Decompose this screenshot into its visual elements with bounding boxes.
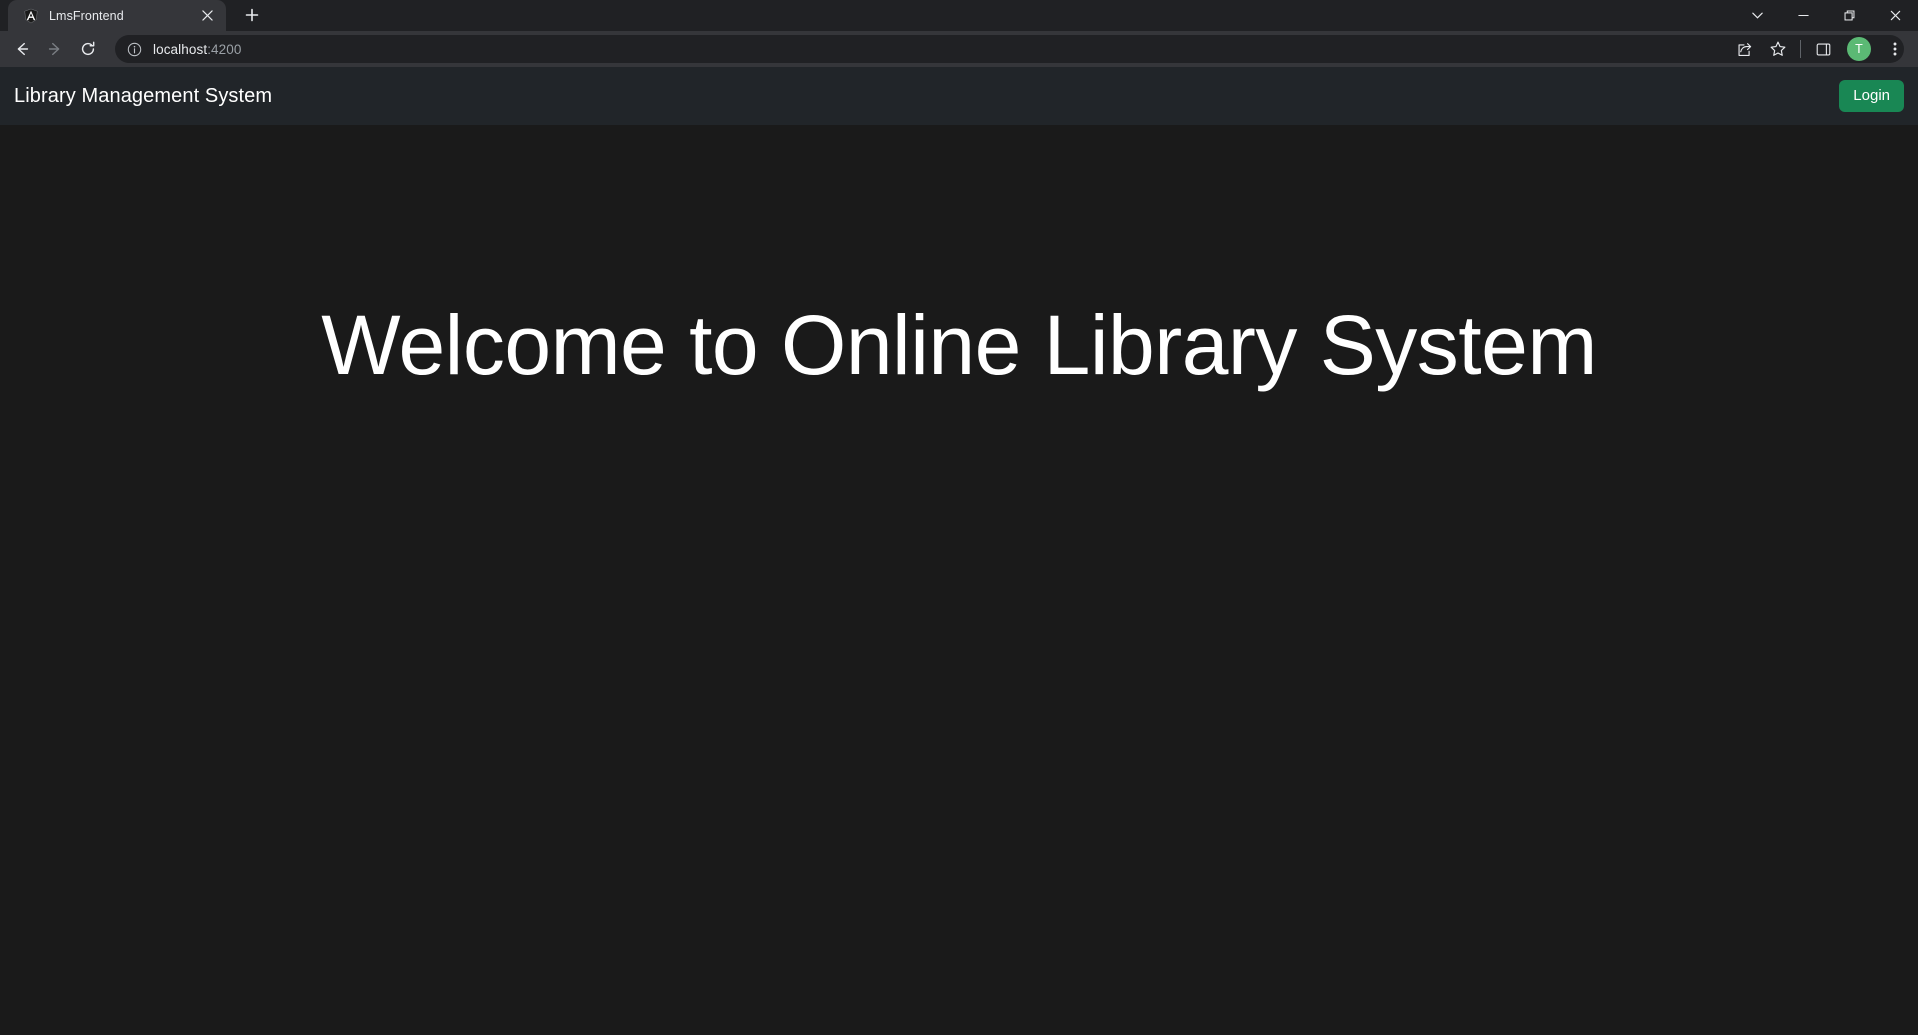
- tab-search-button[interactable]: [1734, 0, 1780, 31]
- back-button[interactable]: [7, 34, 37, 64]
- browser-toolbar: localhost:4200 T: [0, 31, 1918, 67]
- window-controls: [1734, 0, 1918, 31]
- main-content: Welcome to Online Library System: [0, 125, 1918, 1035]
- side-panel-icon[interactable]: [1808, 34, 1838, 64]
- url-text: localhost:4200: [153, 42, 241, 57]
- forward-button[interactable]: [40, 34, 70, 64]
- toolbar-actions: T: [1727, 31, 1912, 67]
- profile-avatar[interactable]: T: [1847, 37, 1871, 61]
- address-bar[interactable]: localhost:4200: [115, 35, 1904, 63]
- browser-tab-lmsfrontend[interactable]: LmsFrontend: [8, 0, 226, 31]
- url-port: :4200: [207, 41, 242, 57]
- reload-button[interactable]: [73, 34, 103, 64]
- app-navbar: Library Management System Login: [0, 67, 1918, 125]
- bookmark-star-icon[interactable]: [1763, 34, 1793, 64]
- welcome-heading: Welcome to Online Library System: [321, 298, 1597, 392]
- close-window-button[interactable]: [1872, 0, 1918, 31]
- url-host: localhost: [153, 41, 208, 57]
- page-title: Library Management System: [14, 84, 273, 107]
- info-circle-icon[interactable]: [126, 41, 143, 58]
- page-viewport: Library Management System Login Welcome …: [0, 67, 1918, 1035]
- navbar-actions: Login: [1839, 79, 1904, 113]
- angular-shield-icon: [22, 7, 39, 24]
- tab-title: LmsFrontend: [49, 8, 124, 23]
- toolbar-divider: [1800, 40, 1801, 58]
- minimize-button[interactable]: [1780, 0, 1826, 31]
- share-icon[interactable]: [1729, 34, 1759, 64]
- chrome-menu-icon[interactable]: [1880, 34, 1910, 64]
- new-tab-button[interactable]: [235, 1, 269, 29]
- browser-window: LmsFrontend localhost:4200 T Library Man…: [0, 0, 1918, 1035]
- login-button[interactable]: Login: [1839, 79, 1904, 113]
- tab-strip: LmsFrontend: [0, 0, 1918, 31]
- maximize-restore-button[interactable]: [1826, 0, 1872, 31]
- close-tab-icon[interactable]: [198, 6, 217, 25]
